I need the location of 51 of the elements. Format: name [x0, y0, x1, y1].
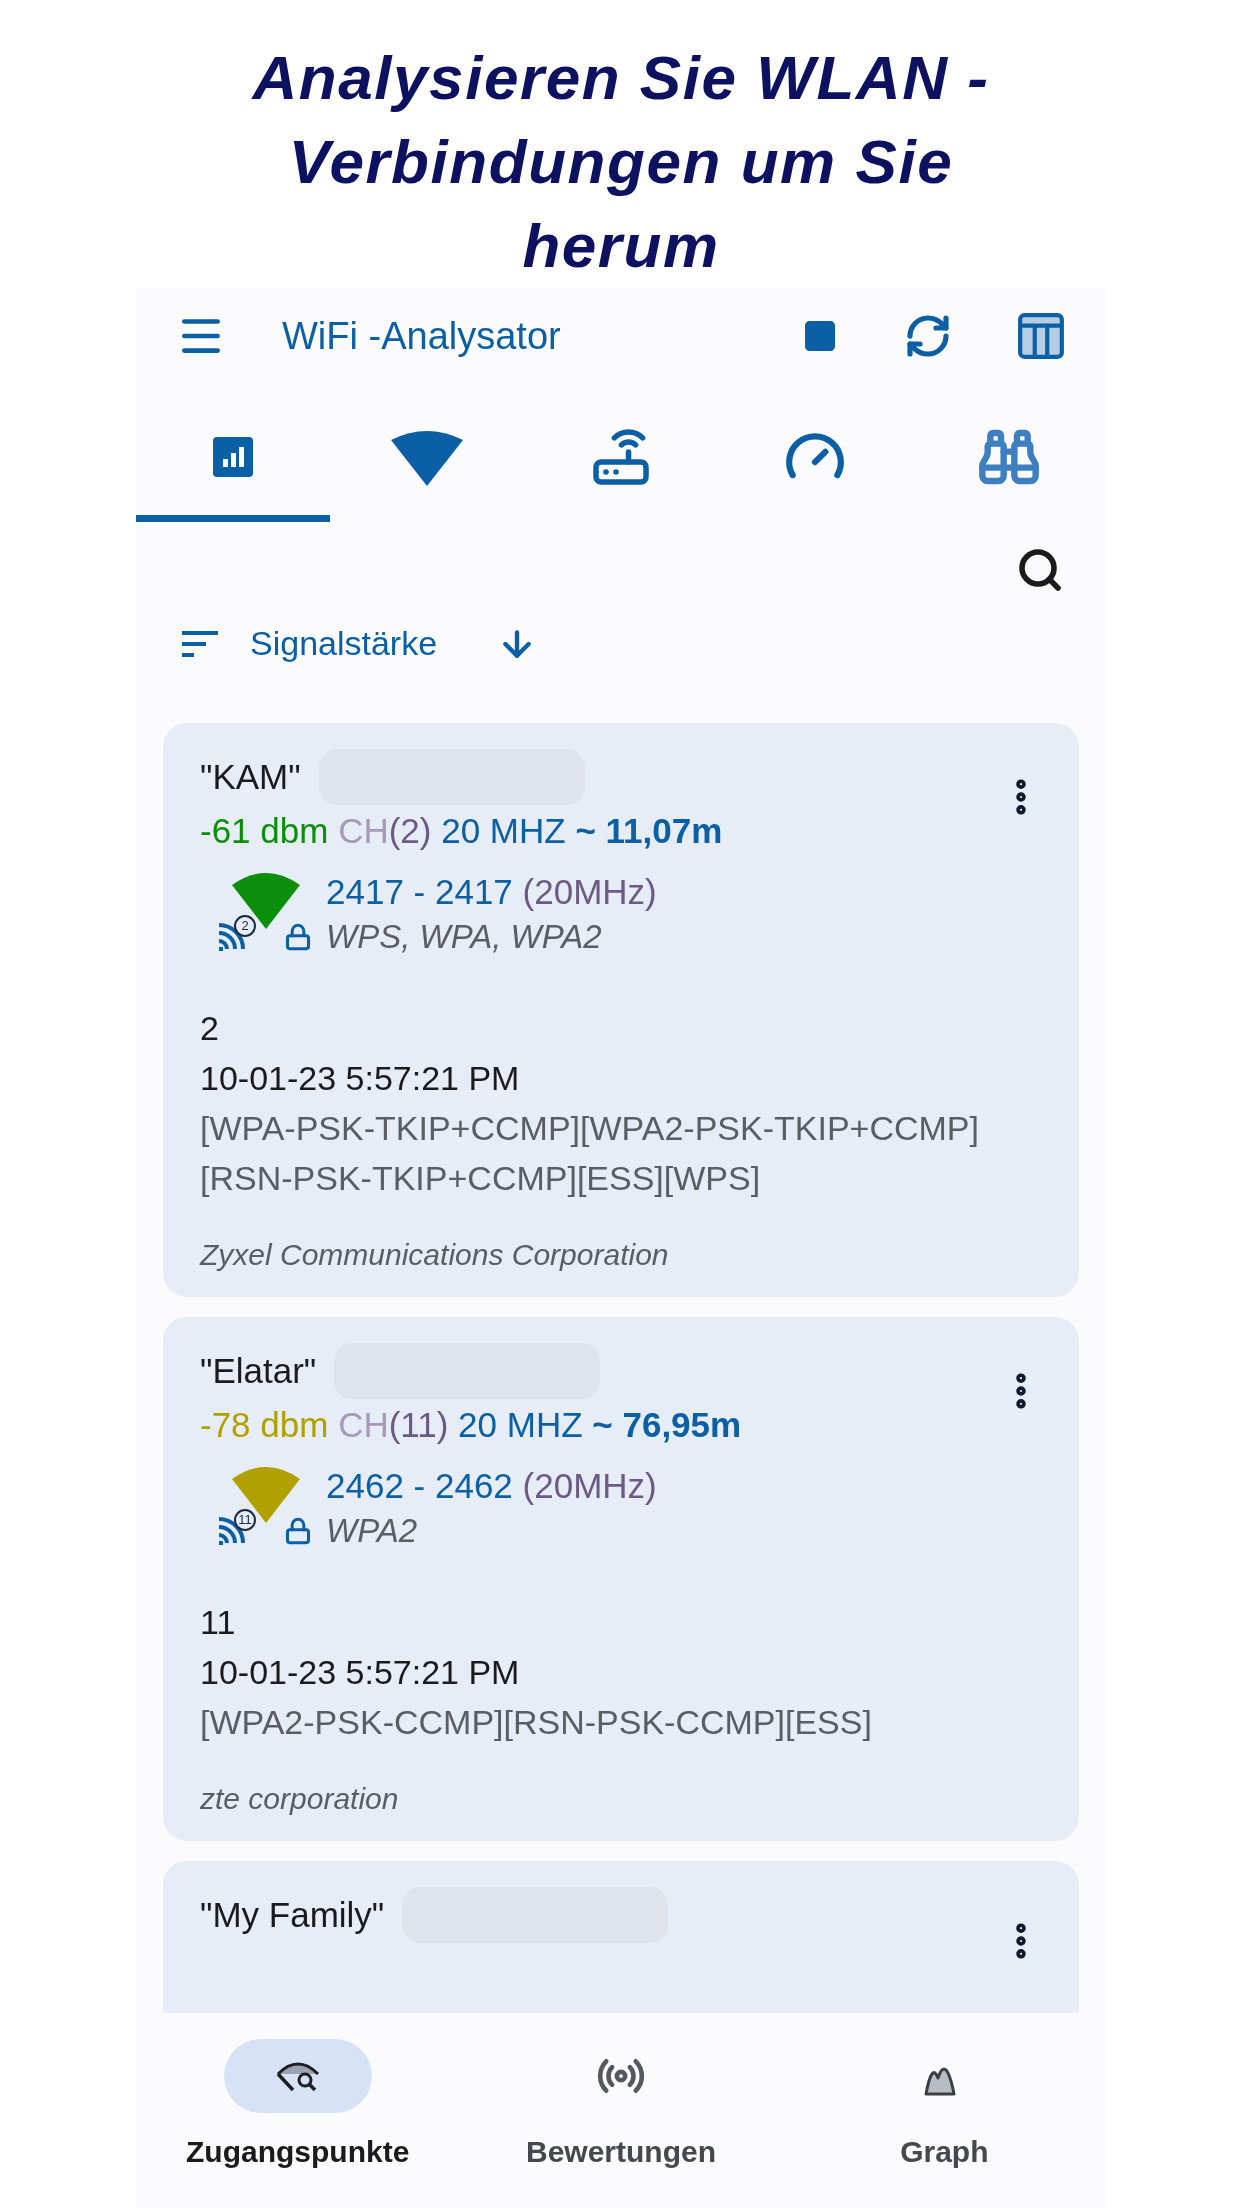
signal-strength-text: -61 dbm — [200, 811, 329, 850]
signal-strength-text: -78 dbm — [200, 1405, 329, 1444]
nav-label: Zugangspunkte — [186, 2134, 410, 2170]
timestamp: 10-01-23 5:57:21 PM — [200, 1652, 521, 1693]
capabilities-text: [RSN-PSK-TKIP+CCMP][ESS][WPS] — [200, 1158, 762, 1199]
nav-item[interactable]: Bewertungen — [459, 2039, 783, 2208]
network-card[interactable]: "KAM" -61 dbm CH(2) 20 MHZ ~ 11,07m 2 2417 - 2417 (20MHz) WPS, WPA, WPA2 2 10-01-23 5:57:21 PM [WPA-PSK-TKIP+CCMP][WPA2-PSK-TKIP+CCMP] [RSN-PSK-TKIP+CCMP][ESS][WPS] Zyxel Communications Corporation — [163, 723, 1079, 1297]
headline: Analysieren Sie WLAN -Verbindungen um Sie herum — [250, 42, 991, 282]
channel-width-text: 20 MHZ — [458, 1405, 583, 1444]
frequency-text: 2417 - 2417 — [326, 872, 513, 911]
network-ssid: "My Family" — [200, 1893, 385, 1936]
channel-number: 11 — [200, 1602, 237, 1643]
bandwidth-text: (20MHz) — [522, 872, 657, 911]
nav-item[interactable]: Graph — [782, 2039, 1106, 2208]
network-ssid: "Elatar" — [200, 1349, 317, 1392]
security-text: WPA2 — [326, 1511, 419, 1551]
capabilities-text: [WPA-PSK-TKIP+CCMP][WPA2-PSK-TKIP+CCMP] — [200, 1108, 980, 1149]
capabilities-text: [WPA2-PSK-CCMP][RSN-PSK-CCMP][ESS] — [200, 1702, 873, 1743]
security-text: WPS, WPA, WPA2 — [326, 917, 603, 957]
stop-icon[interactable] — [802, 318, 838, 354]
refresh-icon[interactable] — [904, 312, 952, 360]
distance-text: ~ 11,07m — [575, 811, 723, 850]
vendor-text: zte corporation — [200, 1781, 400, 1817]
channel-badge: 2 — [234, 915, 256, 937]
table-icon[interactable] — [1016, 311, 1066, 361]
lock-icon — [284, 1517, 312, 1545]
sort-label[interactable]: Signalstärke — [250, 618, 438, 669]
sort-icon[interactable] — [180, 628, 220, 659]
timestamp: 10-01-23 5:57:21 PM — [200, 1058, 521, 1099]
router-icon — [591, 427, 651, 487]
nav-label: Bewertungen — [525, 2134, 716, 2170]
distance-text: ~ 76,95m — [592, 1405, 742, 1444]
nav-label: Graph — [900, 2134, 989, 2170]
frequency-text: 2462 - 2462 — [326, 1466, 513, 1505]
app-title: WiFi -Analysator — [282, 313, 562, 359]
channel-label: CH — [338, 811, 389, 850]
channel-badge: 11 — [234, 1509, 256, 1531]
network-ssid: "KAM" — [200, 755, 301, 798]
channel-number: 2 — [200, 1008, 220, 1049]
channel-width-text: 20 MHZ — [441, 811, 566, 850]
search-icon[interactable] — [1016, 546, 1064, 594]
wifi-wedge-icon — [389, 428, 465, 486]
channel-label: CH — [338, 1405, 389, 1444]
nav-item[interactable]: Zugangspunkte — [136, 2039, 460, 2208]
channel-text: (11) — [388, 1405, 449, 1444]
channel-text: (2) — [388, 811, 432, 850]
vendor-text: Zyxel Communications Corporation — [200, 1237, 670, 1273]
network-card[interactable]: "Elatar" -78 dbm CH(11) 20 MHZ ~ 76,95m 11 2462 - 2462 (20MHz) WPA2 11 10-01-23 5:57:21 PM [WPA2-PSK-CCMP][RSN-PSK-CCMP][ESS] zte corporation — [163, 1317, 1079, 1841]
lock-icon — [284, 923, 312, 951]
network-card[interactable]: "My Family" — [163, 1861, 1079, 2013]
bandwidth-text: (20MHz) — [522, 1466, 657, 1505]
